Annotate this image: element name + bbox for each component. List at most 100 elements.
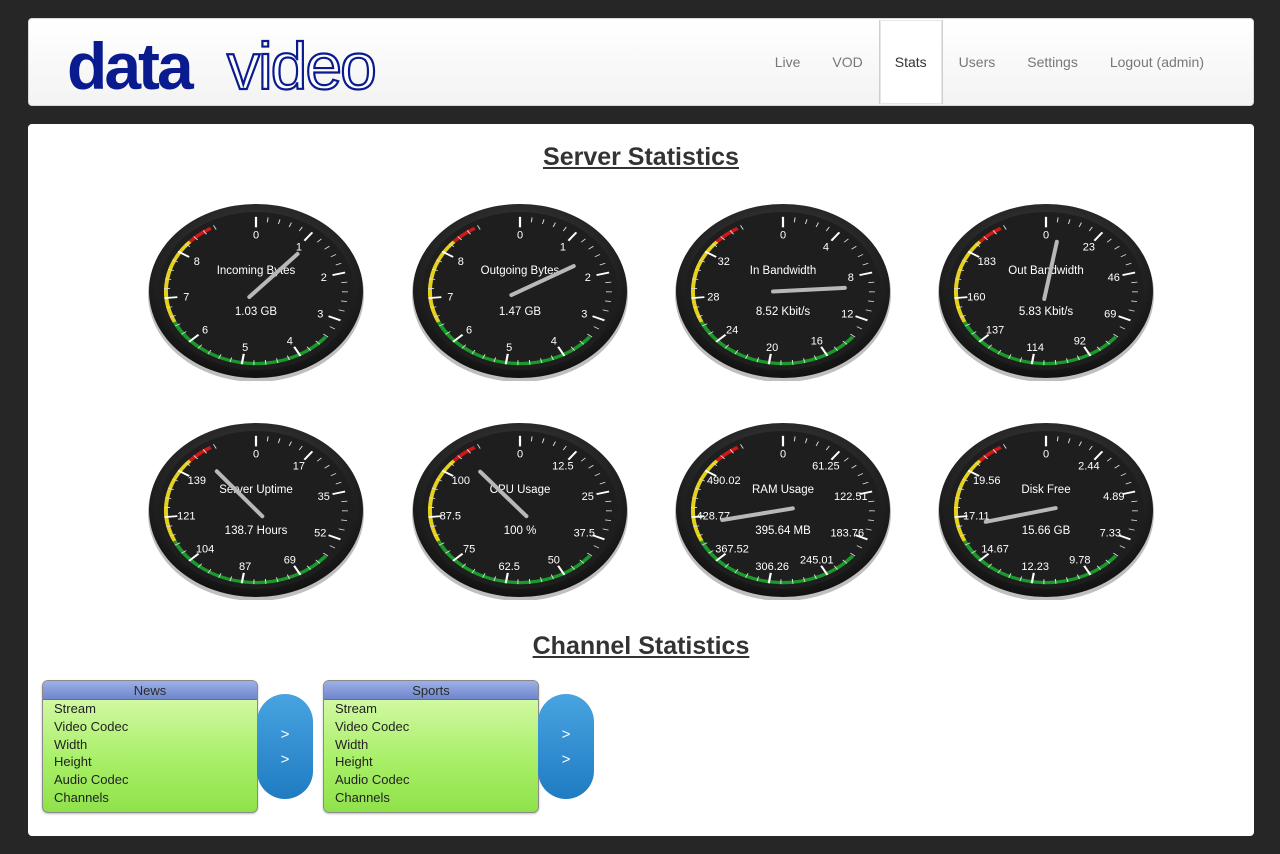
channel-field: Height bbox=[54, 754, 92, 770]
channel-field: Width bbox=[335, 736, 369, 752]
gauge-tick-label: 14.67 bbox=[981, 544, 1009, 556]
gauge-value: 8.52 Kbit/s bbox=[756, 306, 811, 318]
gauge-minor-tick bbox=[528, 578, 531, 584]
gauge-outgoing-bytes: 0 1 2 3 4 5 6 7 8 Outgoing Bytes 1.47 GB bbox=[411, 201, 629, 381]
gauge-tick-label: 75 bbox=[463, 544, 475, 556]
channel-field: Height bbox=[335, 754, 373, 770]
gauge-tick-label: 8 bbox=[194, 256, 200, 268]
gauge-tick-label: 12 bbox=[841, 308, 853, 320]
gauge-minor-tick bbox=[791, 578, 794, 584]
channel-expand-button-news[interactable]: > > bbox=[257, 694, 313, 799]
gauge-tick-label: 160 bbox=[967, 291, 985, 303]
channel-field: Video Codec bbox=[335, 718, 410, 734]
gauge-tick-label: 23 bbox=[1083, 241, 1095, 253]
gauge-tick-label: 0 bbox=[780, 230, 786, 242]
gauge-tick-label: 1 bbox=[560, 241, 566, 253]
gauge-tick-label: 3 bbox=[581, 308, 587, 320]
gauge-tick-label: 2.44 bbox=[1078, 460, 1099, 472]
gauge-tick-label: 183 bbox=[978, 256, 996, 268]
gauge-tick-label: 50 bbox=[548, 554, 560, 566]
nav-users[interactable]: Users bbox=[943, 19, 1012, 105]
gauge-tick-label: 69 bbox=[1104, 308, 1116, 320]
stats-panel: Server Statistics 0 1 2 3 4 5 6 7 8 Incoming Byte… bbox=[28, 124, 1254, 836]
gauge-major-tick bbox=[164, 515, 178, 519]
gauge-ram-usage: 0 61.25 122.51 183.76 245.01 306.26 367.52 428.… bbox=[674, 420, 892, 600]
gauge-tick-label: 490.02 bbox=[707, 475, 741, 487]
gauge-tick-label: 17 bbox=[293, 460, 305, 472]
channel-field: Channels bbox=[335, 789, 390, 805]
gauge-tick-label: 12.23 bbox=[1021, 561, 1049, 573]
gauge-in-bandwidth: 0 4 8 12 16 20 24 28 32 In Bandwidth 8.52 Kbit/s bbox=[674, 201, 892, 381]
gauge-major-tick bbox=[954, 296, 968, 300]
gauge-incoming-bytes: 0 1 2 3 4 5 6 7 8 Incoming Bytes 1.03 GB bbox=[147, 201, 365, 381]
channel-field: Stream bbox=[54, 701, 96, 716]
gauge-tick-label: 0 bbox=[253, 230, 259, 242]
gauge-tick-label: 0 bbox=[517, 449, 523, 461]
gauge-value: 1.03 GB bbox=[235, 306, 278, 318]
gauge-tick-label: 87.5 bbox=[440, 510, 461, 522]
channel-statistics-title: Channel Statistics bbox=[532, 632, 750, 660]
nav-stats[interactable]: Stats bbox=[878, 20, 943, 104]
gauge-minor-tick bbox=[1054, 578, 1057, 584]
gauge-tick-label: 46 bbox=[1108, 272, 1120, 284]
gauge-tick-label: 87 bbox=[239, 561, 251, 573]
channel-field: Video Codec bbox=[54, 718, 129, 734]
gauge-tick-label: 367.52 bbox=[715, 544, 749, 556]
gauge-tick-label: 28 bbox=[707, 291, 719, 303]
gauge-cpu-usage: 0 12.5 25 37.5 50 62.5 75 87.5 100 CPU Usage 100 % bbox=[411, 420, 629, 600]
channel-field: Audio Codec bbox=[54, 772, 129, 788]
nav-settings[interactable]: Settings bbox=[1011, 19, 1094, 105]
channel-card-news: News Stream Video Codec Width Height Aud… bbox=[42, 680, 258, 813]
gauge-value: 395.64 MB bbox=[755, 525, 811, 537]
gauge-tick-label: 0 bbox=[1043, 230, 1049, 242]
gauge-major-tick bbox=[428, 296, 442, 300]
gauge-tick-label: 4 bbox=[551, 335, 557, 347]
gauge-tick-label: 35 bbox=[318, 491, 330, 503]
gauge-label: Outgoing Bytes bbox=[481, 265, 560, 277]
gauge-tick-label: 69 bbox=[284, 554, 296, 566]
gauge-tick-label: 0 bbox=[780, 449, 786, 461]
gauge-tick-label: 306.26 bbox=[755, 561, 789, 573]
gauge-tick-label: 12.5 bbox=[552, 460, 573, 472]
channel-name: News bbox=[43, 681, 257, 700]
nav-vod[interactable]: VOD bbox=[816, 19, 878, 105]
channel-expand-button-sports[interactable]: > > bbox=[538, 694, 594, 799]
gauge-major-tick bbox=[691, 296, 705, 300]
channel-name: Sports bbox=[324, 681, 538, 700]
gauge-tick-label: 121 bbox=[177, 510, 195, 522]
gauge-minor-tick bbox=[528, 359, 531, 365]
gauge-tick-label: 37.5 bbox=[574, 527, 595, 539]
gauge-tick-label: 0 bbox=[253, 449, 259, 461]
gauge-label: Disk Free bbox=[1021, 484, 1070, 496]
gauge-label: In Bandwidth bbox=[750, 265, 817, 277]
gauge-tick-label: 32 bbox=[718, 256, 730, 268]
chevron-right-icon: > bbox=[280, 750, 290, 768]
gauge-minor-tick bbox=[264, 578, 267, 584]
gauge-tick-label: 2 bbox=[321, 272, 327, 284]
channel-field: Channels bbox=[54, 789, 109, 805]
gauge-tick-label: 3 bbox=[317, 308, 323, 320]
gauge-tick-label: 114 bbox=[1026, 342, 1044, 354]
gauge-tick-label: 104 bbox=[196, 544, 214, 556]
gauge-tick-label: 0 bbox=[517, 230, 523, 242]
gauge-tick-label: 19.56 bbox=[973, 475, 1001, 487]
gauge-minor-tick bbox=[1054, 359, 1057, 365]
nav-logout[interactable]: Logout (admin) bbox=[1094, 19, 1220, 105]
gauge-server-uptime: 0 17 35 52 69 87 104 121 139 Server Uptime 138.7 H… bbox=[147, 420, 365, 600]
gauge-tick-label: 245.01 bbox=[800, 554, 834, 566]
gauge-tick-label: 5 bbox=[506, 342, 512, 354]
svg-text:video: video bbox=[227, 29, 375, 99]
gauge-tick-label: 9.78 bbox=[1069, 554, 1090, 566]
gauge-tick-label: 62.5 bbox=[498, 561, 519, 573]
gauge-value: 138.7 Hours bbox=[225, 525, 288, 537]
gauge-tick-label: 52 bbox=[314, 527, 326, 539]
gauge-tick-label: 4.89 bbox=[1103, 491, 1124, 503]
gauge-tick-label: 92 bbox=[1074, 335, 1086, 347]
gauge-value: 5.83 Kbit/s bbox=[1019, 306, 1074, 318]
gauge-tick-label: 0 bbox=[1043, 449, 1049, 461]
top-header: data video Live VOD Stats Users Settings… bbox=[28, 18, 1254, 106]
gauge-tick-label: 8 bbox=[458, 256, 464, 268]
nav-live[interactable]: Live bbox=[759, 19, 817, 105]
gauge-tick-label: 7.33 bbox=[1100, 527, 1121, 539]
gauge-tick-label: 4 bbox=[287, 335, 293, 347]
